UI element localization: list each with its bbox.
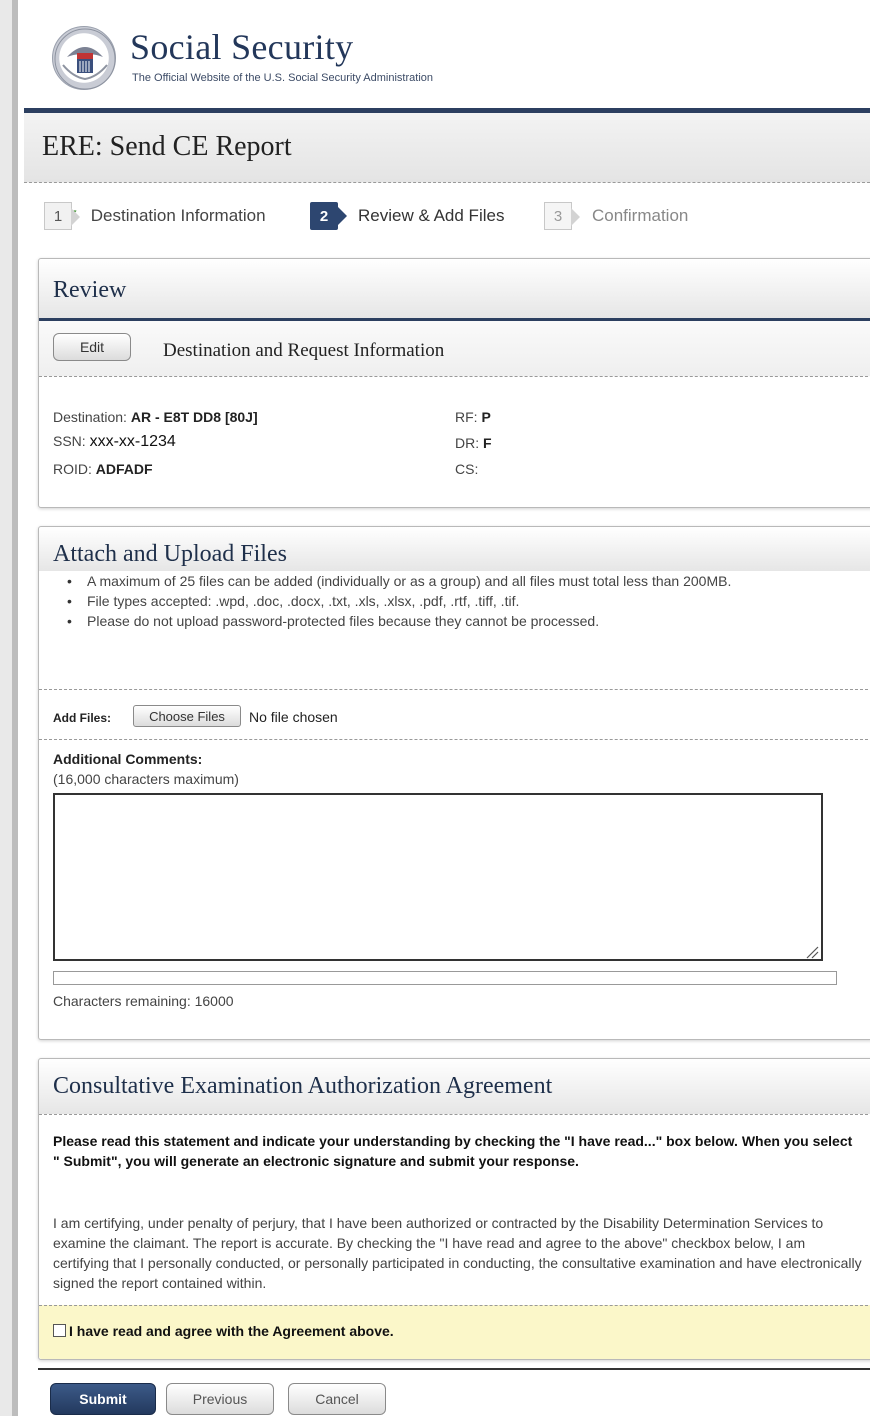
roid-label: ROID: (53, 461, 92, 477)
edit-button[interactable]: Edit (53, 333, 131, 361)
upload-rules-list: A maximum of 25 files can be added (indi… (67, 571, 849, 631)
previous-button[interactable]: Previous (166, 1383, 274, 1415)
step-label: Review & Add Files (358, 206, 505, 225)
destination-section-title: Destination and Request Information (163, 340, 445, 361)
no-file-chosen-text: No file chosen (249, 709, 338, 725)
step-label: Destination Information (90, 206, 266, 225)
comments-hint: (16,000 characters maximum) (53, 771, 239, 787)
progress-steps: 1 ✔ Destination Information 2 Review & A… (36, 198, 856, 234)
agreement-checkbox-row: I have read and agree with the Agreement… (39, 1305, 870, 1359)
agreement-title: Consultative Examination Authorization A… (53, 1073, 553, 1099)
step-destination-information: 1 ✔ Destination Information (44, 198, 266, 234)
dr-label: DR: (455, 435, 480, 451)
additional-comments-textarea[interactable] (53, 793, 823, 961)
step-label: Confirmation (592, 206, 689, 225)
page-sheet: Social Security The Official Website of … (12, 0, 870, 1416)
destination-value: AR - E8T DD8 [80J] (130, 409, 258, 425)
divider (39, 739, 870, 740)
ssa-seal-icon[interactable] (52, 26, 116, 90)
step-confirmation: 3 Confirmation (544, 198, 688, 234)
agreement-text: I am certifying, under penalty of perjur… (53, 1215, 862, 1291)
page-title-bar: ERE: Send CE Report (24, 113, 870, 183)
agreement-instructions: Please read this statement and indicate … (53, 1133, 853, 1169)
review-panel: Review Edit Destination and Request Info… (38, 258, 870, 508)
choose-files-button[interactable]: Choose Files (133, 705, 241, 727)
ssn-label: SSN: (53, 433, 86, 449)
agreement-panel: Consultative Examination Authorization A… (38, 1058, 870, 1360)
agreement-header: Consultative Examination Authorization A… (39, 1059, 870, 1115)
site-subtitle: The Official Website of the U.S. Social … (132, 72, 434, 84)
step-number: 2 (310, 202, 347, 230)
page-title: ERE: Send CE Report (42, 131, 292, 162)
upload-rule: A maximum of 25 files can be added (indi… (67, 571, 849, 591)
ssn-value: xxx-xx-1234 (89, 433, 176, 450)
resize-grip-icon[interactable] (803, 943, 819, 959)
footer-rule (38, 1368, 870, 1370)
ssn-field: SSN: xxx-xx-1234 (53, 433, 176, 451)
characters-remaining: Characters remaining: 16000 (53, 993, 234, 1009)
step-review-add-files: 2 Review & Add Files (310, 198, 504, 234)
character-counter-bar (53, 971, 837, 985)
step-number: 1 (44, 202, 80, 230)
dr-field: DR: F (455, 435, 492, 451)
review-title: Review (53, 277, 127, 303)
comments-label: Additional Comments: (53, 751, 203, 767)
agreement-checkbox[interactable] (53, 1324, 66, 1337)
site-header: Social Security The Official Website of … (24, 12, 870, 108)
upload-rule: File types accepted: .wpd, .doc, .docx, … (67, 591, 849, 611)
roid-value: ADFADF (95, 461, 153, 477)
cs-label: CS: (455, 461, 479, 477)
add-files-label: Add Files: (53, 711, 112, 725)
rf-field: RF: P (455, 409, 491, 425)
roid-field: ROID: ADFADF (53, 461, 153, 477)
rf-value: P (481, 409, 491, 425)
destination-field: Destination: AR - E8T DD8 [80J] (53, 409, 258, 425)
cancel-button[interactable]: Cancel (288, 1383, 386, 1415)
divider (39, 689, 870, 690)
rf-label: RF: (455, 409, 478, 425)
attach-header: Attach and Upload Files (39, 527, 870, 571)
destination-subheader: Edit Destination and Request Information (39, 321, 870, 377)
cs-field: CS: (455, 461, 478, 477)
dr-value: F (483, 435, 492, 451)
site-title[interactable]: Social Security (130, 26, 353, 68)
destination-label: Destination: (53, 409, 127, 425)
attach-files-panel: Attach and Upload Files A maximum of 25 … (38, 526, 870, 1040)
submit-button[interactable]: Submit (50, 1383, 156, 1415)
step-number: 3 (544, 202, 580, 230)
upload-rule: Please do not upload password-protected … (67, 611, 849, 631)
agreement-checkbox-label[interactable]: I have read and agree with the Agreement… (69, 1323, 394, 1339)
attach-title: Attach and Upload Files (53, 541, 287, 567)
review-header: Review (39, 259, 870, 321)
